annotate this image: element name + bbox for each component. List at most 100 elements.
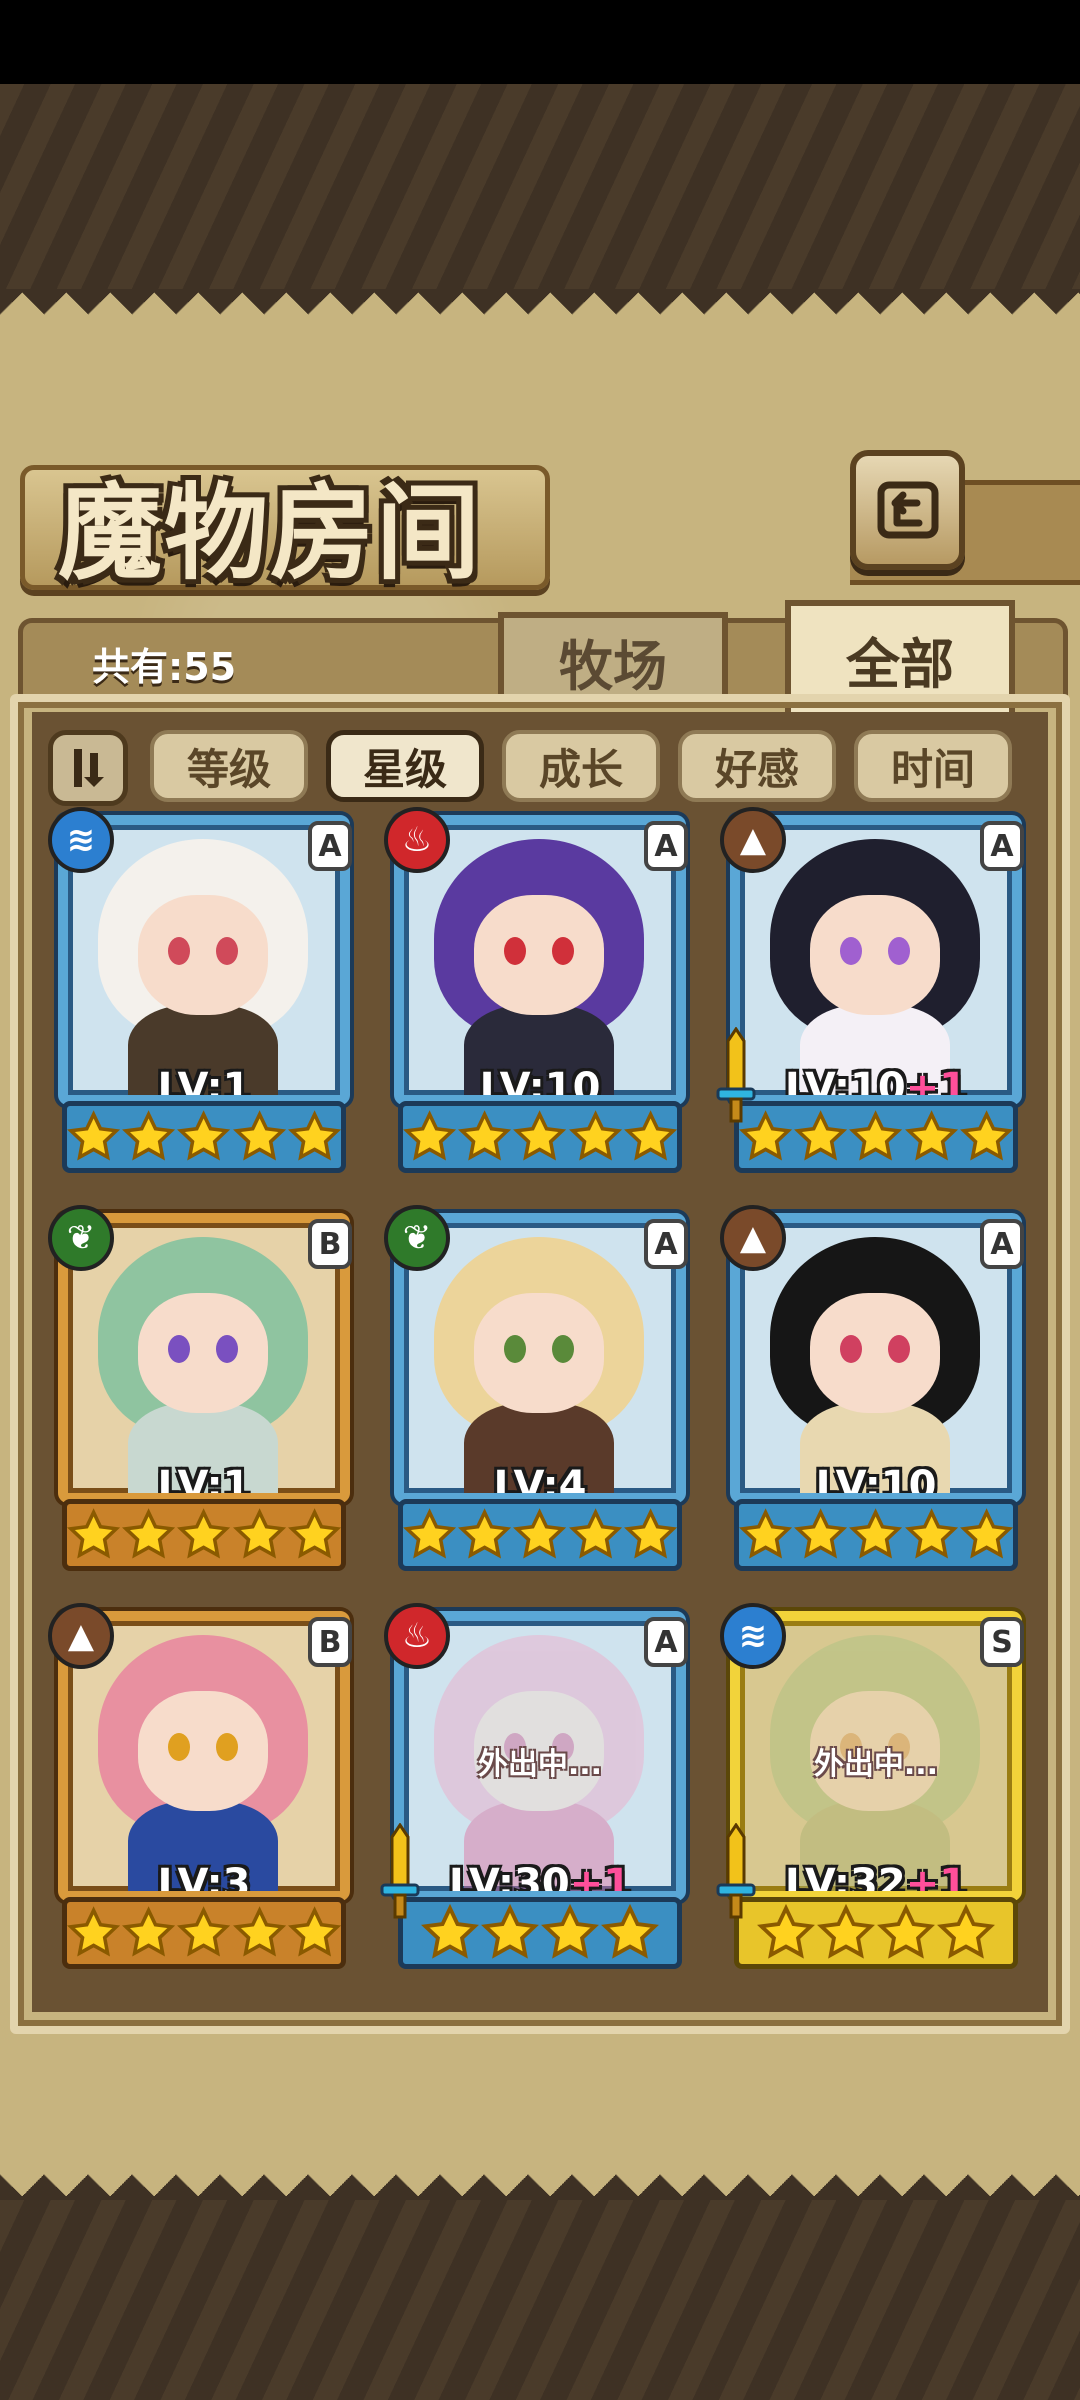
tab-ranch[interactable]: 牧场 <box>498 612 728 704</box>
filter-affection-button[interactable]: 好感 <box>678 730 836 802</box>
monster-level: LV:1 <box>68 1463 340 1503</box>
monster-card[interactable]: LV:3 ▲ B <box>48 1603 360 1981</box>
water-element-icon: ≋ <box>48 807 114 873</box>
star-icon <box>458 1110 512 1161</box>
star-icon <box>959 1508 1013 1559</box>
star-rating <box>734 1101 1018 1173</box>
star-rating <box>398 1499 682 1571</box>
sword-icon <box>380 1823 420 1919</box>
monster-level: LV:1 <box>68 1065 340 1105</box>
level-text: LV:10 <box>479 1065 601 1105</box>
monster-card[interactable]: LV:4 ❦ A <box>384 1205 696 1583</box>
monster-card[interactable]: LV:1 ❦ B <box>48 1205 360 1583</box>
star-rating <box>734 1499 1018 1571</box>
star-icon <box>67 1508 121 1559</box>
nature-element-icon: ❦ <box>48 1205 114 1271</box>
star-rating <box>398 1101 682 1173</box>
monster-level: LV:30+1 <box>404 1861 676 1901</box>
rank-badge: A <box>644 821 688 871</box>
water-element-icon: ≋ <box>720 1603 786 1669</box>
rank-badge: A <box>980 821 1024 871</box>
sort-toggle-icon <box>74 749 104 787</box>
star-icon <box>421 1904 479 1959</box>
monster-level: LV:10 <box>740 1463 1012 1503</box>
rank-badge: A <box>644 1617 688 1667</box>
fire-element-icon: ♨ <box>384 1603 450 1669</box>
star-icon <box>287 1110 341 1161</box>
monster-card[interactable]: 外出中... LV:30+1 ♨ A <box>380 1603 696 1981</box>
star-icon <box>287 1508 341 1559</box>
filter-time-button[interactable]: 时间 <box>854 730 1012 802</box>
monster-card[interactable]: LV:10 ▲ A <box>720 1205 1032 1583</box>
sword-icon <box>716 1027 756 1123</box>
level-bonus: +1 <box>905 1861 968 1901</box>
monster-card[interactable]: LV:10+1 ▲ A <box>716 807 1032 1185</box>
star-rating <box>62 1897 346 1969</box>
level-bonus: +1 <box>569 1861 632 1901</box>
star-icon <box>481 1904 539 1959</box>
star-icon <box>794 1110 848 1161</box>
level-text: LV:1 <box>157 1065 251 1105</box>
nature-element-icon: ❦ <box>384 1205 450 1271</box>
level-text: LV:10 <box>815 1463 937 1503</box>
level-text: LV:10 <box>784 1065 906 1105</box>
monster-art <box>740 1223 1012 1493</box>
filter-star-button[interactable]: 星级 <box>326 730 484 802</box>
back-button[interactable] <box>850 450 965 570</box>
star-icon <box>757 1904 815 1959</box>
monster-art <box>68 1223 340 1493</box>
sort-order-button[interactable] <box>48 730 128 806</box>
star-icon <box>122 1110 176 1161</box>
status-bar <box>0 0 1080 84</box>
sword-icon <box>716 1823 756 1919</box>
earth-element-icon: ▲ <box>720 807 786 873</box>
star-icon <box>623 1508 677 1559</box>
monster-grid: LV:1 ≋ A LV:10 ♨ A LV:10+1 ▲ A LV:1 ❦ B LV:4 ❦ A LV:10 ▲… <box>48 807 1038 1995</box>
star-icon <box>458 1508 512 1559</box>
page-title: 魔物房间 <box>58 471 483 594</box>
filter-row: 等级 星级 成长 好感 时间 <box>48 724 1038 806</box>
map-background-top <box>0 84 1080 289</box>
monster-count: 共有:55 <box>92 645 237 689</box>
star-icon <box>817 1904 875 1959</box>
monster-art <box>68 825 340 1095</box>
star-icon <box>739 1508 793 1559</box>
star-icon <box>403 1110 457 1161</box>
star-icon <box>937 1904 995 1959</box>
level-bonus: +1 <box>905 1065 968 1105</box>
star-icon <box>287 1906 341 1957</box>
filter-growth-button[interactable]: 成长 <box>502 730 660 802</box>
star-icon <box>568 1110 622 1161</box>
star-icon <box>794 1508 848 1559</box>
monster-level: LV:10+1 <box>740 1065 1012 1105</box>
star-rating <box>62 1499 346 1571</box>
monster-card[interactable]: 外出中... LV:32+1 ≋ S <box>716 1603 1032 1981</box>
star-icon <box>623 1110 677 1161</box>
star-icon <box>67 1906 121 1957</box>
rank-badge: A <box>308 821 352 871</box>
star-rating <box>398 1897 682 1969</box>
level-text: LV:1 <box>157 1463 251 1503</box>
monster-card[interactable]: LV:10 ♨ A <box>384 807 696 1185</box>
away-status: 外出中... <box>813 1747 939 1782</box>
rank-badge: A <box>980 1219 1024 1269</box>
level-text: LV:4 <box>493 1463 587 1503</box>
star-icon <box>849 1508 903 1559</box>
star-icon <box>232 1110 286 1161</box>
star-icon <box>877 1904 935 1959</box>
star-icon <box>513 1508 567 1559</box>
star-rating <box>62 1101 346 1173</box>
star-icon <box>403 1508 457 1559</box>
star-rating <box>734 1897 1018 1969</box>
monster-art <box>740 825 1012 1095</box>
torn-edge-top <box>0 289 1080 347</box>
monster-art <box>404 825 676 1095</box>
filter-level-button[interactable]: 等级 <box>150 730 308 802</box>
return-arrow-icon <box>877 481 938 539</box>
fire-element-icon: ♨ <box>384 807 450 873</box>
star-icon <box>232 1508 286 1559</box>
star-icon <box>849 1110 903 1161</box>
star-icon <box>541 1904 599 1959</box>
rank-badge: B <box>308 1219 352 1269</box>
monster-card[interactable]: LV:1 ≋ A <box>48 807 360 1185</box>
